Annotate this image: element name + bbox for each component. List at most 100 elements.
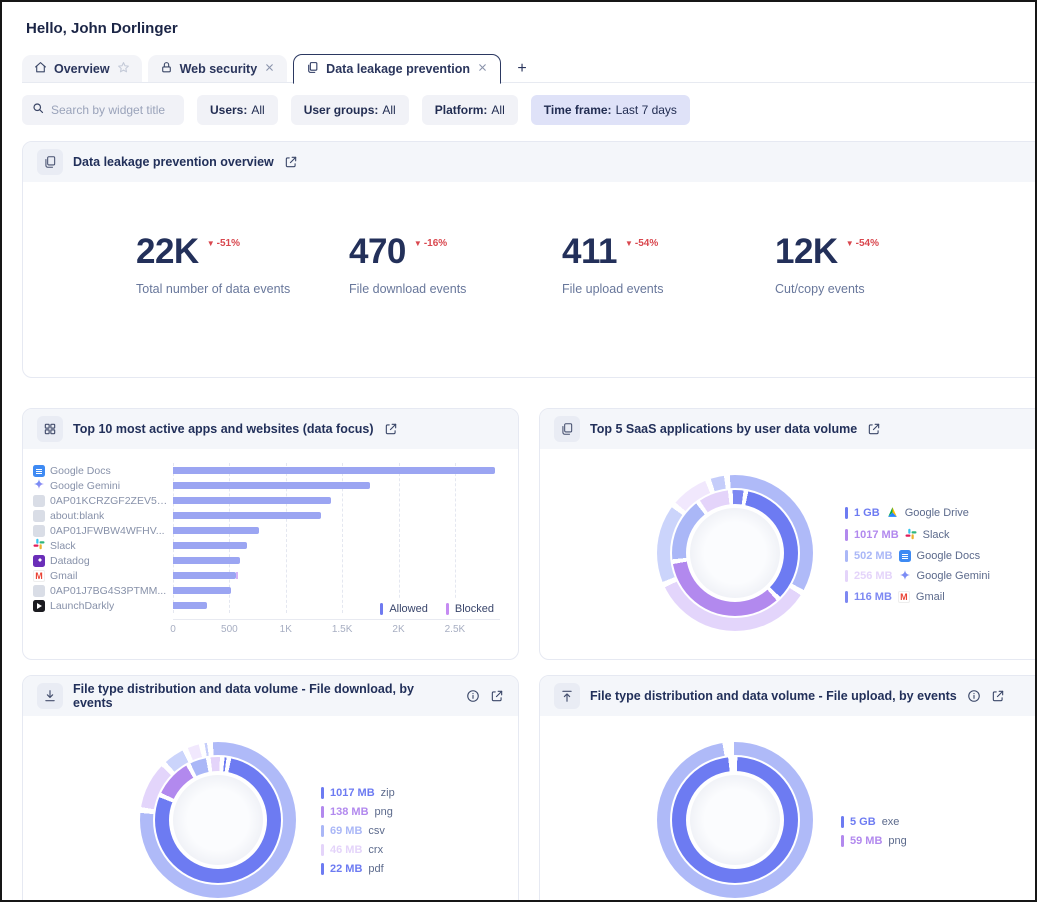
bar-row: 0AP01KCRZGF2ZEV5V... [31,493,500,508]
grid-icon [37,416,63,442]
legend-value: 1017 MB [854,529,899,541]
bar-row: Datadog [31,553,500,568]
widget-search[interactable] [22,95,184,125]
download-donut-chart [140,742,296,898]
legend-item: 256 MBGoogle Gemini [845,569,990,584]
slice-swatch [321,863,324,875]
chip-value: All [382,103,395,117]
upload-donut-legend: 5 GBexe 59 MBpng [841,716,907,902]
allowed-bar [173,482,370,489]
generic-app-icon [33,585,45,597]
chip-label: Users: [210,103,247,117]
stat-total-data-events: 22K ▼-51% Total number of data events [136,234,349,377]
bar-row: about:blank [31,508,500,523]
legend-value: 22 MB [330,863,362,875]
widget-dlp-overview: Data leakage prevention overview 22K ▼-5… [22,141,1037,378]
legend-item: 116 MB Gmail [845,591,990,603]
trend-down-icon: ▼ [846,240,854,248]
upload-donut-chart [657,742,813,898]
app-label: Gmail [50,570,77,582]
search-input[interactable] [51,103,174,117]
launchdarkly-icon [33,600,45,612]
app-label: about:blank [50,510,104,522]
tab-data-leakage-prevention[interactable]: Data leakage prevention [293,54,501,84]
app-label: Datadog [50,555,90,567]
filter-platform[interactable]: Platform:All [422,95,518,125]
allowed-bar [173,587,231,594]
open-external-icon[interactable] [490,689,504,703]
open-external-icon[interactable] [991,689,1005,703]
open-external-icon[interactable] [867,422,881,436]
star-icon[interactable] [117,61,130,77]
google-drive-icon [886,506,899,521]
x-tick: 0 [170,624,176,635]
close-icon[interactable] [477,62,488,76]
tab-overview[interactable]: Overview [22,55,142,83]
legend-item: 69 MBcsv [321,825,395,837]
slack-icon [33,537,45,555]
legend-label: pdf [368,863,383,875]
legend-item: 5 GBexe [841,816,907,828]
widget-file-download: File type distribution and data volume -… [22,675,519,902]
filter-user-groups[interactable]: User groups:All [291,95,409,125]
stat-file-upload-events: 411 ▼-54% File upload events [562,234,775,377]
stat-value: 22K [136,234,199,269]
google-docs-icon [899,550,911,562]
info-icon[interactable] [967,689,981,703]
filter-users[interactable]: Users:All [197,95,278,125]
allowed-bar [173,527,259,534]
chip-value: All [491,103,504,117]
legend-value: 46 MB [330,844,362,856]
legend-value: 5 GB [850,816,876,828]
app-window: Hello, John Dorlinger Overview Web secur… [0,0,1037,902]
pages-icon [306,61,319,77]
legend-value: 116 MB [854,591,892,603]
legend-value: 1017 MB [330,787,375,799]
saas-donut-legend: 1 GBGoogle Drive 1017 MBSlack 502 MBGoog… [845,449,990,659]
add-tab-button[interactable]: + [507,55,537,83]
open-external-icon[interactable] [284,155,298,169]
open-external-icon[interactable] [384,422,398,436]
chip-label: Platform: [435,103,488,117]
legend-label: Slack [923,529,950,541]
slice-swatch [845,529,848,541]
stat-value: 470 [349,234,406,269]
legend-label: Gmail [916,591,945,603]
page-title: Hello, John Dorlinger [2,2,1035,37]
legend-item: 1017 MBzip [321,787,395,799]
stat-value: 12K [775,234,838,269]
stats-row: 22K ▼-51% Total number of data events 47… [23,182,1037,377]
widget-saas-volume: Top 5 SaaS applications by user data vol… [539,408,1037,660]
chip-label: Time frame: [544,103,612,117]
widget-title: Data leakage prevention overview [73,155,274,169]
generic-app-icon [33,495,45,507]
allowed-bar [173,602,207,609]
app-label: 0AP01JFWBW4WFHV... [50,525,165,537]
close-icon[interactable] [264,62,275,76]
slice-swatch [845,570,848,582]
filter-time-frame[interactable]: Time frame:Last 7 days [531,95,690,125]
download-icon [37,683,63,709]
stat-delta: -54% [635,238,658,249]
allowed-bar [173,557,240,564]
x-tick: 500 [221,624,238,635]
search-icon [32,101,44,119]
widget-title: Top 5 SaaS applications by user data vol… [590,422,857,436]
info-icon[interactable] [466,689,480,703]
saas-donut-chart [657,475,813,631]
app-label: LaunchDarkly [50,600,114,612]
legend-label: Google Gemini [917,570,990,582]
legend-item: 59 MBpng [841,835,907,847]
tab-web-security[interactable]: Web security [148,55,288,83]
stat-delta: -51% [217,238,240,249]
chart-legend: Allowed Blocked [372,599,502,619]
legend-value: 1 GB [854,507,880,519]
bar-row: Slack [31,538,500,553]
allowed-bar [173,512,321,519]
legend-label: crx [368,844,383,856]
allowed-bar [173,497,331,504]
legend-value: 138 MB [330,806,369,818]
widget-file-upload: File type distribution and data volume -… [539,675,1037,902]
slice-swatch [321,825,324,837]
bar-row: 0AP01J7BG4S3PTMM... [31,583,500,598]
